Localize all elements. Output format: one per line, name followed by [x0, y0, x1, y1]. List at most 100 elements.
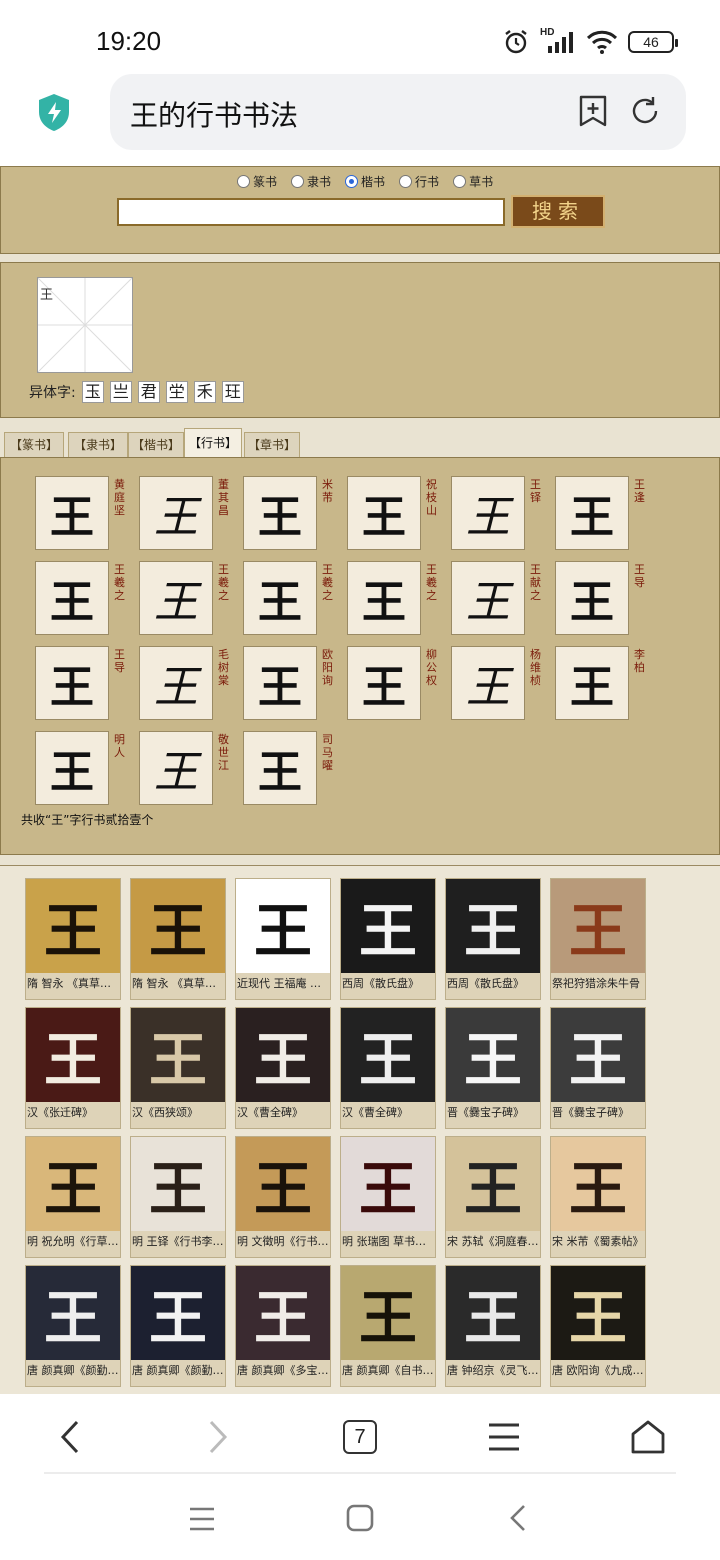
calligraphy-thumbnail[interactable]: 王 — [555, 646, 629, 720]
gallery-item[interactable]: 王隋 智永 《真草千字文》 — [25, 878, 121, 1000]
calligraphy-thumbnail[interactable]: 王 — [347, 476, 421, 550]
calligraphy-item[interactable]: 王米芾 — [243, 476, 347, 552]
gallery-caption[interactable]: 晋《爨宝子碑》 — [552, 1106, 644, 1120]
gallery-caption[interactable]: 宋 苏轼《洞庭春色赋》 — [447, 1235, 539, 1249]
gallery-image[interactable]: 王 — [446, 1266, 540, 1360]
back-system-icon[interactable] — [508, 1504, 528, 1532]
calligraphy-item[interactable]: 王毛树棠 — [139, 646, 243, 722]
gallery-caption[interactable]: 明 祝允明《行草诗卷》 — [27, 1235, 119, 1249]
tabs-button[interactable]: 7 — [336, 1416, 384, 1458]
security-shield-icon[interactable] — [36, 92, 72, 132]
gallery-caption[interactable]: 唐 颜真卿《颜勤礼碑》 — [132, 1364, 224, 1378]
gallery-image[interactable]: 王 — [26, 1137, 120, 1231]
gallery-image[interactable]: 王 — [131, 1137, 225, 1231]
gallery-item[interactable]: 王唐 颜真卿《颜勤礼碑》 — [130, 1265, 226, 1387]
gallery-item[interactable]: 王唐 欧阳询《九成宫》 — [550, 1265, 646, 1387]
menu-button[interactable] — [480, 1416, 528, 1458]
gallery-caption[interactable]: 汉《曹全碑》 — [237, 1106, 329, 1120]
gallery-item[interactable]: 王唐 颜真卿《颜勤礼碑》 — [25, 1265, 121, 1387]
forward-button[interactable] — [194, 1416, 242, 1458]
calligraphy-item[interactable]: 王王羲之 — [35, 561, 139, 637]
calligraphy-item[interactable]: 王董其昌 — [139, 476, 243, 552]
gallery-image[interactable]: 王 — [551, 1266, 645, 1360]
reload-icon[interactable] — [628, 94, 662, 128]
calligraphy-thumbnail[interactable]: 王 — [243, 476, 317, 550]
tab-regular[interactable]: 【楷书】 — [128, 432, 184, 458]
gallery-image[interactable]: 王 — [131, 879, 225, 973]
calligraphy-item[interactable]: 王欧阳询 — [243, 646, 347, 722]
tab-running[interactable]: 【行书】 — [184, 428, 242, 458]
search-input[interactable] — [117, 198, 505, 226]
calligraphy-thumbnail[interactable]: 王 — [139, 561, 213, 635]
calligraphy-item[interactable]: 王黄庭坚 — [35, 476, 139, 552]
gallery-item[interactable]: 王宋 米芾《蜀素帖》 — [550, 1136, 646, 1258]
back-button[interactable] — [46, 1416, 94, 1458]
variant-char[interactable]: 禾 — [193, 381, 216, 403]
gallery-image[interactable]: 王 — [236, 1008, 330, 1102]
gallery-image[interactable]: 王 — [26, 879, 120, 973]
gallery-image[interactable]: 王 — [131, 1266, 225, 1360]
gallery-item[interactable]: 王唐 颜真卿《自书告身帖》 — [340, 1265, 436, 1387]
calligraphy-thumbnail[interactable]: 王 — [451, 476, 525, 550]
gallery-image[interactable]: 王 — [26, 1266, 120, 1360]
calligraphy-thumbnail[interactable]: 王 — [555, 561, 629, 635]
gallery-item[interactable]: 王晋《爨宝子碑》 — [550, 1007, 646, 1129]
variant-char[interactable]: 亗 — [109, 381, 132, 403]
gallery-caption[interactable]: 明 文徵明《行书诗卷》 — [237, 1235, 329, 1249]
calligrapher-name[interactable]: 明人 — [114, 733, 128, 759]
gallery-image[interactable]: 王 — [341, 1266, 435, 1360]
gallery-caption[interactable]: 汉《张迁碑》 — [27, 1106, 119, 1120]
calligraphy-thumbnail[interactable]: 王 — [139, 731, 213, 805]
gallery-item[interactable]: 王汉《张迁碑》 — [25, 1007, 121, 1129]
calligrapher-name[interactable]: 李柏 — [634, 648, 648, 674]
calligraphy-item[interactable]: 王李柏 — [555, 646, 659, 722]
gallery-item[interactable]: 王汉《曹全碑》 — [340, 1007, 436, 1129]
gallery-item[interactable]: 王明 文徵明《行书诗卷》 — [235, 1136, 331, 1258]
calligrapher-name[interactable]: 王羲之 — [114, 563, 128, 602]
calligraphy-item[interactable]: 王明人 — [35, 731, 139, 807]
calligrapher-name[interactable]: 王导 — [634, 563, 648, 589]
gallery-caption[interactable]: 汉《曹全碑》 — [342, 1106, 434, 1120]
radio-regular[interactable]: 楷书 — [345, 173, 385, 190]
add-bookmark-icon[interactable] — [576, 94, 610, 128]
calligraphy-thumbnail[interactable]: 王 — [555, 476, 629, 550]
calligrapher-name[interactable]: 米芾 — [322, 478, 336, 504]
gallery-caption[interactable]: 西周《散氏盘》 — [447, 977, 539, 991]
calligrapher-name[interactable]: 黄庭坚 — [114, 478, 128, 517]
gallery-image[interactable]: 王 — [236, 1137, 330, 1231]
recents-icon[interactable] — [188, 1506, 216, 1532]
gallery-item[interactable]: 王隋 智永 《真草千字文》 — [130, 878, 226, 1000]
calligrapher-name[interactable]: 柳公权 — [426, 648, 440, 687]
gallery-image[interactable]: 王 — [341, 1008, 435, 1102]
gallery-image[interactable]: 王 — [551, 1137, 645, 1231]
gallery-image[interactable]: 王 — [341, 879, 435, 973]
gallery-caption[interactable]: 唐 颜真卿《多宝塔碑》 — [237, 1364, 329, 1378]
calligraphy-item[interactable]: 王王导 — [35, 646, 139, 722]
gallery-image[interactable]: 王 — [446, 1008, 540, 1102]
gallery-caption[interactable]: 明 张瑞图 草书五言诗 — [342, 1235, 434, 1249]
calligraphy-item[interactable]: 王杨维桢 — [451, 646, 555, 722]
gallery-image[interactable]: 王 — [26, 1008, 120, 1102]
home-system-icon[interactable] — [346, 1504, 374, 1532]
calligraphy-item[interactable]: 王祝枝山 — [347, 476, 451, 552]
gallery-item[interactable]: 王明 王铎《行书李贺诗》 — [130, 1136, 226, 1258]
calligrapher-name[interactable]: 欧阳询 — [322, 648, 336, 687]
gallery-caption[interactable]: 宋 米芾《蜀素帖》 — [552, 1235, 644, 1249]
calligrapher-name[interactable]: 王铎 — [530, 478, 544, 504]
gallery-item[interactable]: 王汉《曹全碑》 — [235, 1007, 331, 1129]
calligraphy-thumbnail[interactable]: 王 — [139, 476, 213, 550]
radio-dot[interactable] — [399, 175, 413, 188]
calligrapher-name[interactable]: 司马曜 — [322, 733, 336, 772]
home-button[interactable] — [624, 1416, 672, 1458]
calligraphy-item[interactable]: 王司马曜 — [243, 731, 347, 807]
gallery-item[interactable]: 王明 祝允明《行草诗卷》 — [25, 1136, 121, 1258]
calligrapher-name[interactable]: 董其昌 — [218, 478, 232, 517]
gallery-caption[interactable]: 唐 欧阳询《九成宫》 — [552, 1364, 644, 1378]
calligraphy-item[interactable]: 王王铎 — [451, 476, 555, 552]
calligraphy-thumbnail[interactable]: 王 — [139, 646, 213, 720]
variant-char[interactable]: 君 — [137, 381, 160, 403]
variant-char[interactable]: 玉 — [81, 381, 104, 403]
gallery-item[interactable]: 王祭祀狩猎涂朱牛骨 — [550, 878, 646, 1000]
calligrapher-name[interactable]: 王羲之 — [218, 563, 232, 602]
calligraphy-thumbnail[interactable]: 王 — [243, 646, 317, 720]
